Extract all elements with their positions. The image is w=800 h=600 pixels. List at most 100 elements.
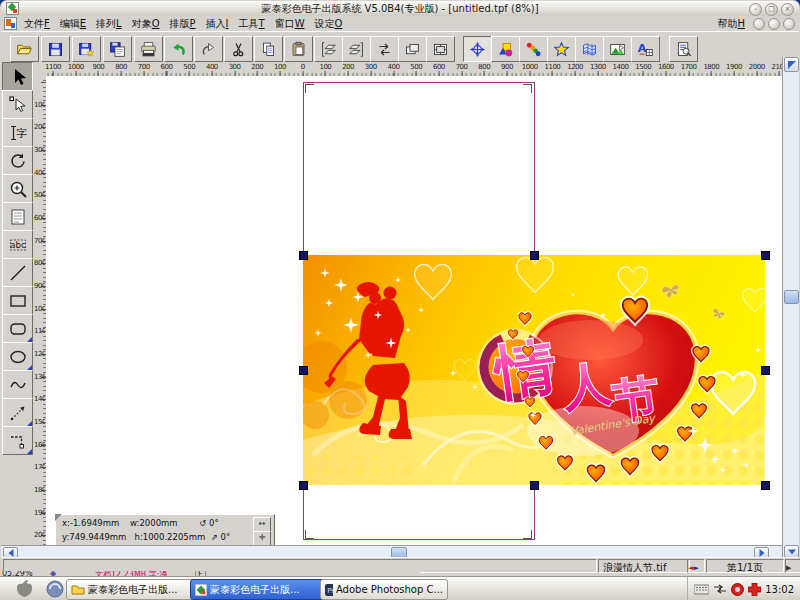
toolbar-save-as-button[interactable]	[72, 36, 101, 62]
toolbar-tile-button[interactable]	[426, 36, 455, 62]
tool-polyline[interactable]	[2, 398, 33, 427]
toolbar-star-button[interactable]	[547, 36, 576, 62]
zoom-icon	[8, 179, 28, 199]
ruler-label: 1700	[34, 463, 45, 471]
toolbar-cut-button[interactable]	[224, 36, 253, 62]
quicklaunch-icon-1[interactable]	[12, 579, 32, 599]
toolbar-place-image-button[interactable]	[603, 36, 632, 62]
tool-text[interactable]: 字	[2, 118, 33, 147]
toolbar-text-block-button[interactable]: A	[631, 36, 660, 62]
panel-grip[interactable]	[55, 514, 62, 521]
red-cross-icon[interactable]	[748, 583, 761, 596]
toolbar-open-button[interactable]	[10, 36, 39, 62]
tool-rounded-rectangle[interactable]	[2, 314, 33, 343]
ellipse-icon	[8, 347, 28, 367]
info-line-2: y:749.9449mm h:1000.2205mm ⇗ 0°	[62, 532, 230, 542]
selection-handle[interactable]	[299, 481, 308, 490]
title-char-2: 人	[558, 354, 615, 416]
menu-item-5[interactable]: 排版P	[165, 18, 201, 29]
menu-item-1[interactable]: 文件F	[19, 18, 55, 29]
selection-handle[interactable]	[299, 251, 308, 260]
ruler-label: 1900	[34, 509, 45, 517]
vscroll-thumb[interactable]	[784, 290, 799, 304]
toolbar-bring-forward-button[interactable]	[314, 36, 343, 62]
toolbar-print-button[interactable]	[134, 36, 163, 62]
canvas[interactable]: 情 人 节 Valentine's Day	[46, 76, 782, 545]
menu-item-6[interactable]: 插入I	[201, 18, 234, 29]
text-icon: 字	[8, 123, 28, 143]
ruler-label: 1000	[68, 63, 84, 71]
menu-item-8[interactable]: 窗口W	[270, 18, 310, 29]
toolbar-paste-button[interactable]	[284, 36, 313, 62]
menu-item-7[interactable]: 工具T	[234, 18, 270, 29]
minimize-button[interactable]: –	[749, 3, 762, 16]
menu-bar: 文件F编辑E排列L对象O排版P插入I工具T窗口W设定O 帮助H	[1, 16, 799, 31]
taskbar-button-1[interactable]: 蒙泰彩色电子出版...	[66, 579, 196, 600]
tool-ellipse[interactable]	[2, 342, 33, 371]
selection-handle[interactable]	[299, 366, 308, 375]
tool-document[interactable]	[2, 202, 33, 231]
network-icon[interactable]	[713, 584, 727, 594]
select-icon	[8, 67, 28, 87]
mdi-restore-button[interactable]	[768, 18, 780, 30]
ruler-label: 400	[206, 63, 218, 71]
panel-button-position[interactable]: ✛	[253, 531, 271, 545]
ruler-label: 1900	[726, 63, 742, 71]
maximize-button[interactable]: □	[765, 3, 778, 16]
toolbar-undo-button[interactable]	[164, 36, 193, 62]
tool-path[interactable]	[2, 426, 33, 455]
tool-curve[interactable]	[2, 370, 33, 399]
toolbar-move-anchor-button[interactable]	[463, 36, 492, 62]
tool-direct-select[interactable]	[2, 90, 33, 119]
status-file-button[interactable]: ◄►	[687, 559, 705, 573]
tool-text-abc[interactable]: abc	[2, 230, 33, 259]
mdi-minimize-button[interactable]	[753, 18, 765, 30]
selection-handle[interactable]	[761, 481, 770, 490]
menu-item-2[interactable]: 编辑E	[55, 18, 91, 29]
selection-handle[interactable]	[761, 251, 770, 260]
ruler-label: 1300	[590, 63, 606, 71]
toolbar-colors-button[interactable]	[519, 36, 548, 62]
quicklaunch-icon-2[interactable]	[46, 580, 64, 598]
panel-button-size[interactable]: ↔	[253, 517, 271, 532]
mdi-close-button[interactable]	[783, 18, 795, 30]
ruler-label: 1100	[34, 327, 45, 335]
ruler-label: 600	[433, 63, 445, 71]
selection-handle[interactable]	[530, 251, 539, 260]
taskbar-button-3[interactable]: PsAdobe Photoshop C...	[320, 579, 448, 600]
toolbar-redo-button[interactable]	[194, 36, 223, 62]
toolbar-save-all-button[interactable]	[103, 36, 132, 62]
toolbar-swap-button[interactable]	[370, 36, 399, 62]
toolbar-cascade-button[interactable]	[398, 36, 427, 62]
mesh-icon	[581, 41, 598, 58]
tool-rotate[interactable]	[2, 146, 33, 175]
tool-select[interactable]	[2, 62, 33, 91]
tool-zoom[interactable]	[2, 174, 33, 203]
line-icon	[8, 263, 28, 283]
toolbar-mesh-button[interactable]	[575, 36, 604, 62]
toolbar-shapes-button[interactable]	[491, 36, 520, 62]
status-page-button[interactable]: ▶	[785, 559, 800, 573]
title-bar[interactable]: 蒙泰彩色电子出版系统 V5.0B4(专业版) - [untitled.tpf (…	[1, 1, 799, 16]
toolbar-save-button[interactable]	[41, 36, 70, 62]
placed-image-valentine[interactable]: 情 人 节 Valentine's Day	[303, 255, 765, 485]
toolbar-copy-button[interactable]	[254, 36, 283, 62]
ruler-origin-button[interactable]	[784, 57, 799, 72]
toolbar-print-preview-button[interactable]	[669, 36, 698, 62]
toolbar-send-backward-button[interactable]	[342, 36, 371, 62]
ruler-label: 300	[34, 146, 45, 154]
menu-item-9[interactable]: 设定O	[310, 18, 348, 29]
taskbar-button-2[interactable]: 蒙泰彩色电子出版...	[190, 579, 326, 600]
vertical-scrollbar[interactable]	[782, 57, 799, 557]
keyboard-icon[interactable]	[694, 584, 709, 595]
selection-handle[interactable]	[761, 366, 770, 375]
close-button[interactable]: ×	[781, 3, 794, 16]
menu-item-4[interactable]: 对象O	[127, 18, 165, 29]
window-title: 蒙泰彩色电子出版系统 V5.0B4(专业版) - [untitled.tpf (…	[1, 2, 799, 16]
antivirus-icon[interactable]	[731, 583, 744, 596]
tool-rectangle[interactable]	[2, 286, 33, 315]
tool-line[interactable]	[2, 258, 33, 287]
menu-help[interactable]: 帮助H	[712, 17, 750, 31]
menu-item-3[interactable]: 排列L	[91, 18, 127, 29]
selection-handle[interactable]	[530, 481, 539, 490]
